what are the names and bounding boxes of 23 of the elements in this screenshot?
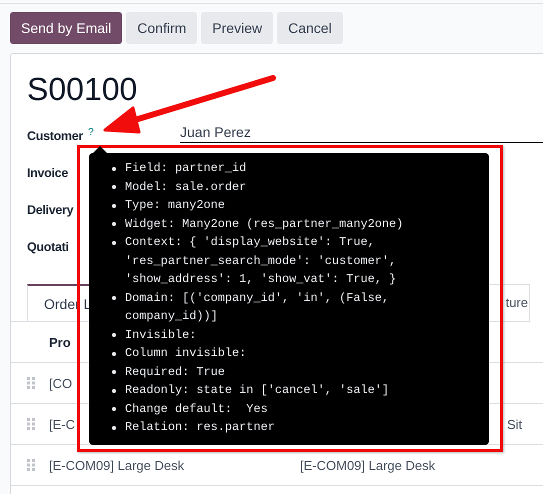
table-cell: Sit	[507, 416, 522, 432]
field-label: Delivery	[27, 202, 74, 216]
tooltip-entry: Required: True	[125, 364, 226, 380]
field-label: Quotati	[27, 240, 69, 254]
tooltip-entry: Readonly: state in ['cancel', 'sale']	[125, 382, 390, 399]
record-title: S00100	[27, 70, 138, 108]
tooltip-entry: Domain: [('company_id', 'in', (False, company_id))]	[125, 290, 390, 325]
tooltip-entry: Field: partner_id	[125, 160, 248, 177]
tooltip-entry: Type: many2one	[125, 197, 226, 214]
table-cell: [E-COM09] Large Desk	[49, 458, 184, 472]
tooltip-entry: Invisible:	[125, 326, 198, 344]
table-cell: [E-COM09] Large Desk	[300, 458, 436, 472]
tooltip-entry: Change default: Yes	[125, 400, 269, 418]
table-cell: [E-C	[49, 416, 75, 432]
tooltip-entry: Widget: Many2one (res_partner_many2one)	[125, 216, 404, 232]
column-header: Pro	[49, 334, 71, 350]
table-cell: [CO	[49, 376, 72, 390]
tooltip-entry: Context: { 'display_website': True, 'res_partner_search_mode': 'customer', 'show_address': 1, 'show_vat': True, }	[125, 234, 398, 288]
tooltip-entry: Model: sale.order	[125, 178, 248, 196]
tooltip-entry: Relation: res.partner	[125, 419, 276, 436]
field-label: Invoice	[27, 166, 68, 180]
field-label: Customer	[27, 130, 83, 144]
tooltip-entry: Column invisible:	[125, 345, 248, 362]
